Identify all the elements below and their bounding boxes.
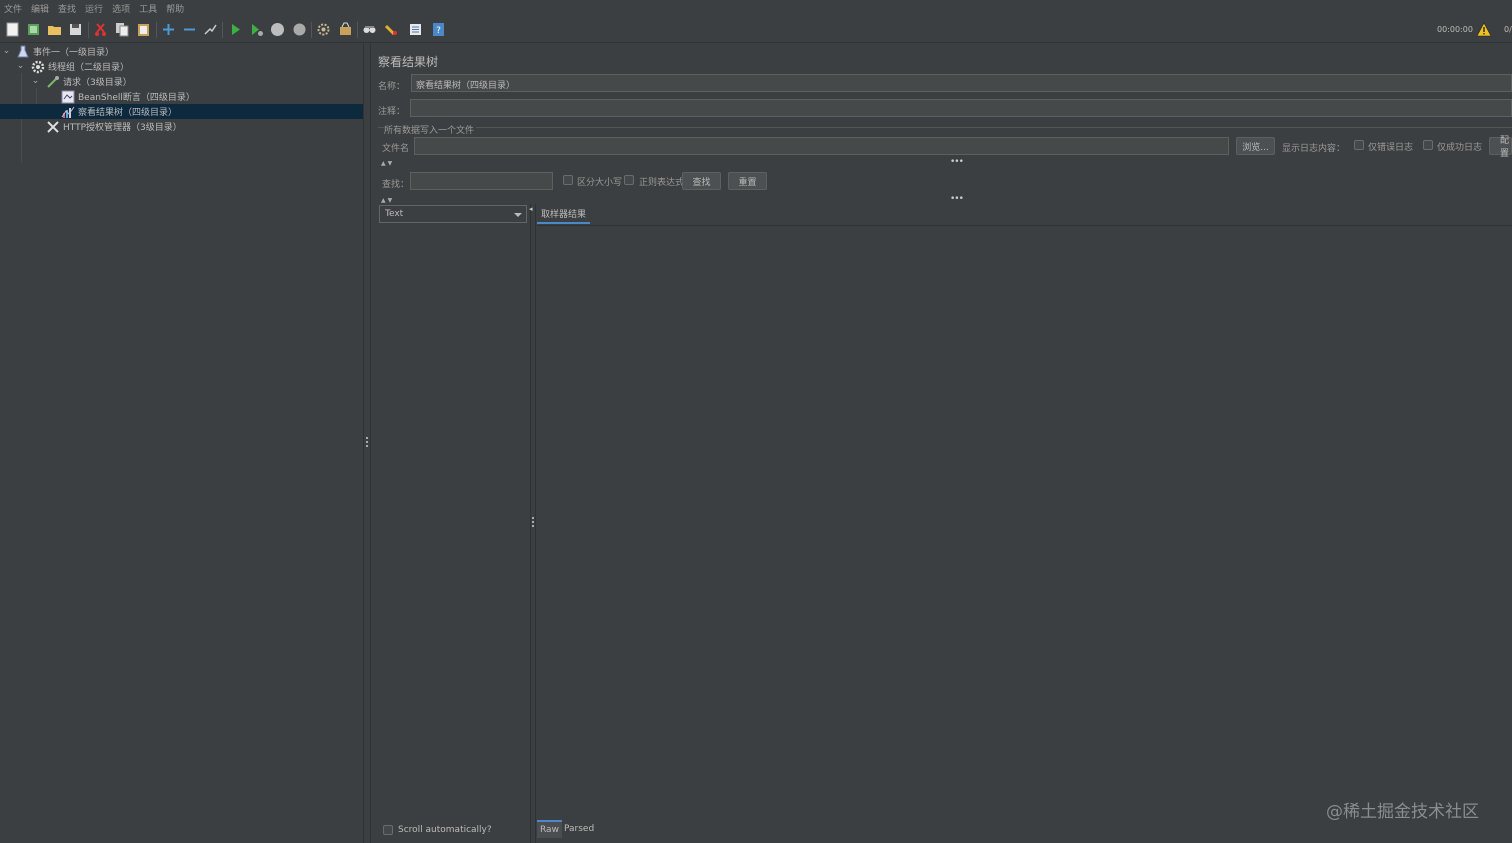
thread-counter: 0/ (1504, 25, 1512, 34)
function-helper-icon[interactable] (407, 21, 424, 38)
tree-node-label: 线程组（二级目录） (48, 63, 130, 73)
chevron-down-icon[interactable]: ⌄ (16, 62, 25, 71)
chevron-down-icon[interactable]: ⌄ (2, 47, 11, 56)
chevron-down-icon[interactable]: ⌄ (31, 77, 40, 86)
menu-options[interactable]: 选项 (112, 2, 130, 15)
divider-grip[interactable]: ••• (950, 194, 964, 204)
paste-icon[interactable] (135, 21, 152, 38)
tree-node-http-auth-manager[interactable]: HTTP授权管理器（3级目录） (0, 119, 363, 134)
results-splitter[interactable]: ◂ (529, 204, 536, 843)
renderer-value: Text (385, 209, 404, 219)
page-title: 察看结果树 (378, 55, 439, 69)
main-splitter[interactable] (363, 44, 371, 843)
tree-node-label: 请求（3级目录） (63, 78, 132, 88)
collapse-arrows[interactable]: ▲▼ (381, 197, 394, 204)
collapse-icon[interactable] (181, 21, 198, 38)
open-icon[interactable] (46, 21, 63, 38)
warning-icon[interactable] (1476, 22, 1492, 38)
search-label: 查找： (382, 180, 410, 190)
clear-all-icon[interactable] (337, 21, 354, 38)
tree-node-request[interactable]: ⌄ 请求（3级目录） (0, 74, 363, 89)
search-icon[interactable] (361, 21, 378, 38)
tree-node-view-results-tree[interactable]: 察看结果树（四级目录） (0, 104, 363, 119)
assertion-icon (61, 90, 75, 104)
tab-sampler-result[interactable]: 取样器结果 (537, 204, 591, 224)
menu-tools[interactable]: 工具 (139, 2, 157, 15)
regex-checkbox[interactable] (624, 175, 634, 185)
comment-label: 注释： (378, 107, 406, 117)
tree-node-label: 事件一（一级目录） (33, 48, 115, 58)
tree-node-beanshell-assertion[interactable]: BeanShell断言（四级目录） (0, 89, 363, 104)
case-sensitive-checkbox[interactable] (563, 175, 573, 185)
tree-node-test-plan[interactable]: ⌄ 事件一（一级目录） (0, 44, 363, 59)
collapse-arrows[interactable]: ▲▼ (381, 160, 394, 167)
splitter-grip[interactable] (366, 437, 369, 448)
view-results-tree-panel: 察看结果树 名称： 察看结果树（四级目录） 注释： 所有数据写入一个文件 文件名… (372, 44, 1512, 843)
case-sensitive-label: 区分大小写 (577, 178, 623, 188)
search-input[interactable] (410, 172, 553, 190)
start-icon[interactable] (227, 21, 244, 38)
name-field[interactable]: 察看结果树（四级目录） (411, 74, 1512, 92)
cut-icon[interactable] (92, 21, 109, 38)
comment-field[interactable] (410, 99, 1512, 117)
templates-icon[interactable] (25, 21, 42, 38)
tools-icon (46, 120, 60, 134)
expand-icon[interactable] (160, 21, 177, 38)
elapsed-timer: 00:00:00 (1437, 25, 1473, 34)
splitter-grip[interactable] (532, 517, 535, 528)
stop-icon[interactable] (269, 21, 286, 38)
divider-grip[interactable]: ••• (950, 157, 964, 167)
tree-node-label: 察看结果树（四级目录） (78, 108, 178, 118)
pipette-icon (46, 75, 60, 89)
dropdown-arrow-icon (514, 213, 522, 217)
toolbar: ? 00:00:00 0/ (0, 17, 1512, 43)
tree-node-thread-group[interactable]: ⌄ 线程组（二级目录） (0, 59, 363, 74)
filename-label: 文件名 (382, 144, 410, 154)
tab-parsed[interactable]: Parsed (561, 820, 597, 838)
find-button[interactable]: 查找 (682, 172, 721, 190)
toggle-icon[interactable] (202, 21, 219, 38)
menu-file[interactable]: 文件 (4, 2, 22, 15)
scroll-auto-label: Scroll automatically? (398, 825, 492, 835)
regex-label: 正则表达式 (639, 178, 685, 188)
test-plan-tree: ⌄ 事件一（一级目录） ⌄ 线程组（二级目录） ⌄ 请求（3级目录） BeanS… (0, 44, 363, 843)
menu-search[interactable]: 查找 (58, 2, 76, 15)
scroll-auto-checkbox[interactable] (383, 825, 393, 835)
watermark: @稀土掘金技术社区 (1326, 802, 1479, 822)
start-no-pause-icon[interactable] (248, 21, 265, 38)
new-icon[interactable] (4, 21, 21, 38)
sample-result-list[interactable] (378, 225, 531, 825)
name-label: 名称： (378, 82, 406, 92)
menu-help[interactable]: 帮助 (166, 2, 184, 15)
gear-icon (31, 60, 45, 74)
tab-raw[interactable]: Raw (537, 820, 562, 838)
filename-field[interactable] (414, 137, 1229, 155)
flask-icon (16, 45, 30, 59)
errors-only-checkbox[interactable] (1354, 140, 1364, 150)
shutdown-icon[interactable] (291, 21, 308, 38)
success-only-checkbox[interactable] (1423, 140, 1433, 150)
save-icon[interactable] (67, 21, 84, 38)
tree-node-label: BeanShell断言（四级目录） (78, 93, 195, 103)
help-icon[interactable]: ? (430, 21, 447, 38)
file-group-title: 所有数据写入一个文件 (384, 126, 475, 136)
renderer-select[interactable]: Text (379, 205, 527, 223)
menu-edit[interactable]: 编辑 (31, 2, 49, 15)
reset-search-icon[interactable] (383, 21, 400, 38)
clear-icon[interactable] (315, 21, 332, 38)
success-only-label: 仅成功日志 (1437, 143, 1483, 153)
log-content-label: 显示日志内容： (1282, 144, 1346, 154)
reset-button[interactable]: 重置 (728, 172, 767, 190)
sampler-result-content (537, 225, 1512, 819)
errors-only-label: 仅错误日志 (1368, 143, 1414, 153)
copy-icon[interactable] (114, 21, 131, 38)
configure-button[interactable]: 配置 (1489, 136, 1512, 159)
menu-bar: 文件 编辑 查找 运行 选项 工具 帮助 (0, 0, 1512, 16)
svg-text:?: ? (436, 26, 441, 36)
tree-node-label: HTTP授权管理器（3级目录） (63, 123, 182, 133)
menu-run[interactable]: 运行 (85, 2, 103, 15)
browse-button[interactable]: 浏览... (1236, 137, 1275, 155)
chevron-left-icon[interactable]: ◂ (529, 205, 533, 213)
listener-icon (61, 105, 75, 119)
